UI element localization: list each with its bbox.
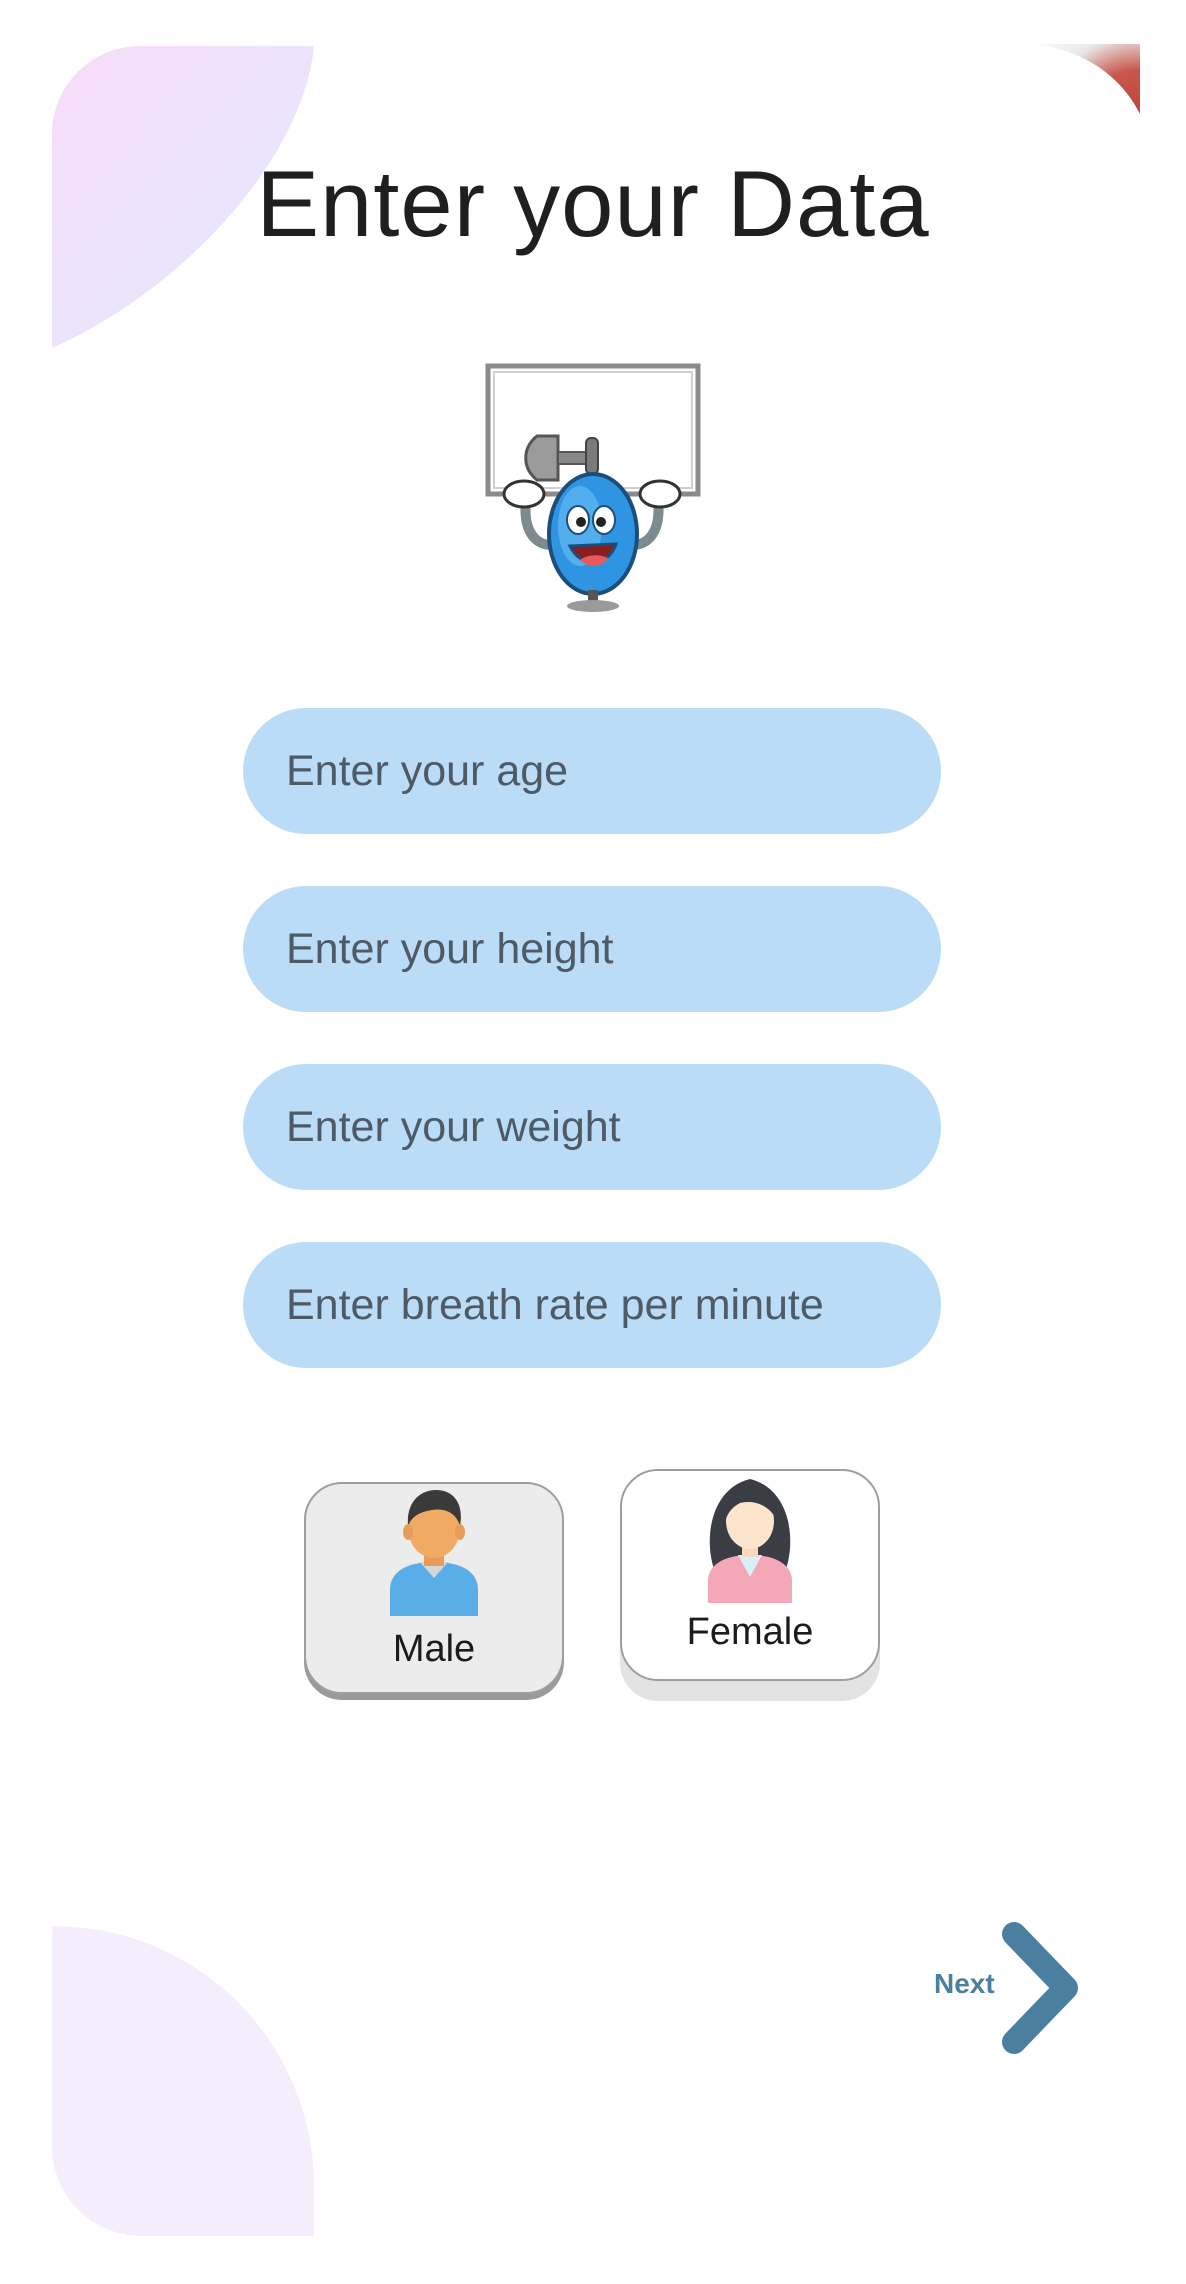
- page-title: Enter your Data: [256, 151, 930, 256]
- female-label: Female: [686, 1611, 814, 1653]
- data-entry-screen: Enter your Data Enter your age Enter you…: [0, 0, 1186, 2284]
- chevron-right-icon: [1002, 1922, 1078, 2054]
- male-label: Male: [392, 1628, 476, 1670]
- next-label: Next: [934, 1968, 995, 1999]
- breath-rate-input[interactable]: [243, 1242, 941, 1368]
- next-button[interactable]: Next: [920, 1910, 1090, 2060]
- female-avatar-icon: [708, 1479, 792, 1603]
- male-button[interactable]: Male: [304, 1482, 564, 1694]
- male-avatar-icon: [390, 1490, 478, 1616]
- age-input[interactable]: [243, 708, 941, 834]
- female-button[interactable]: Female: [620, 1469, 880, 1681]
- inhaler-mascot-icon: [485, 363, 701, 612]
- weight-input[interactable]: [243, 1064, 941, 1190]
- height-input[interactable]: [243, 886, 941, 1012]
